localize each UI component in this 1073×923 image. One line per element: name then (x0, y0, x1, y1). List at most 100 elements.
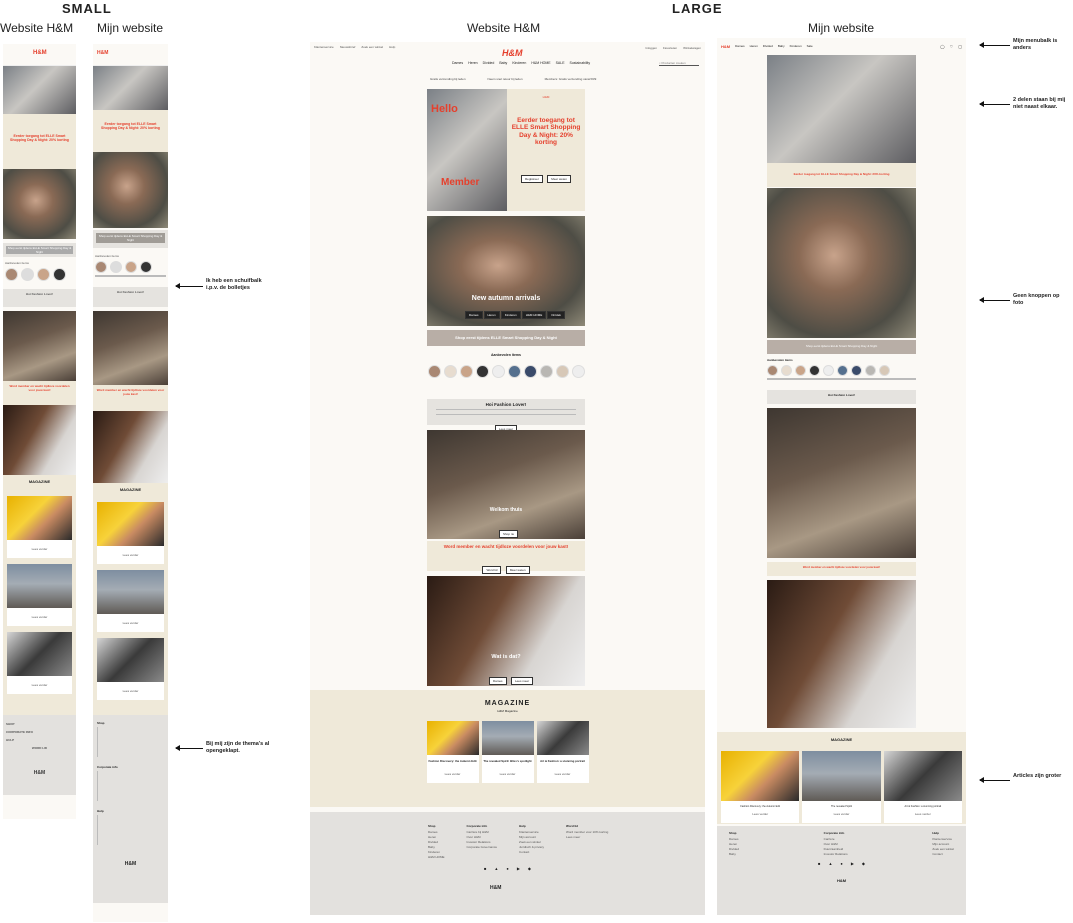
footer-link[interactable]: Contact (932, 852, 954, 857)
category-circle[interactable] (809, 365, 820, 376)
category-circle[interactable] (879, 365, 890, 376)
nav-item[interactable]: Dames (452, 61, 463, 65)
category-circle[interactable] (539, 365, 553, 378)
nav-item[interactable]: Dames (735, 44, 745, 48)
category-scrollbar[interactable] (767, 378, 916, 380)
article-link[interactable]: Lees verder (427, 772, 479, 776)
category-circle[interactable] (459, 365, 473, 378)
hm-logo[interactable]: H&M (33, 50, 47, 56)
category-circle[interactable] (53, 268, 66, 281)
footer-link[interactable]: H&M HOME (428, 855, 445, 860)
nav-item[interactable]: Kinderen (790, 44, 802, 48)
article-link[interactable]: Lees verder (482, 772, 534, 776)
promo-strip-item[interactable]: Gratis verzending bij leden (430, 77, 466, 81)
footer-accordion[interactable]: HULP (6, 736, 73, 744)
cart-link[interactable]: Winkelwagen (683, 46, 701, 50)
category-circle[interactable] (125, 261, 137, 273)
nav-item[interactable]: Divided (483, 61, 495, 65)
top-link[interactable]: Klantenservice (314, 45, 334, 49)
article-card[interactable]: Fashion Discovery: the Autumn Edit Lees … (426, 721, 479, 783)
category-scrollbar[interactable] (95, 275, 166, 277)
twitter-icon[interactable]: ▲ (828, 861, 832, 866)
category-circle[interactable] (5, 268, 18, 281)
footer-link[interactable]: Lees meer (566, 835, 608, 840)
youtube-icon[interactable]: ▶ (517, 866, 520, 871)
category-circle[interactable] (443, 365, 457, 378)
article-card[interactable]: Lees verder (97, 638, 164, 700)
category-circle[interactable] (475, 365, 489, 378)
footer-link[interactable]: Investor Relations (824, 852, 848, 857)
nav-item[interactable]: Baby (778, 44, 785, 48)
article-link[interactable]: Lees verder (97, 621, 164, 625)
category-circle[interactable] (95, 261, 107, 273)
category-circle[interactable] (837, 365, 848, 376)
top-link[interactable]: Nieuwsbrief (340, 45, 356, 49)
pinterest-icon[interactable]: ◆ (862, 861, 865, 866)
account-icon[interactable]: ◯ (940, 44, 944, 49)
mine-logo[interactable]: H&M (97, 50, 108, 56)
nav-item[interactable]: SALE (556, 61, 565, 65)
instagram-icon[interactable]: ● (506, 866, 508, 871)
pinterest-icon[interactable]: ◆ (528, 866, 531, 871)
category-circle[interactable] (37, 268, 50, 281)
search-input[interactable]: ⌕ Producten zoeken (659, 61, 699, 66)
article-link[interactable]: Lees verder (7, 615, 72, 619)
promo-strip-item[interactable]: Members: Gratis verzending vanaf €39 (545, 77, 597, 81)
shop-banner[interactable]: Shop eerst tijdens ELLE Smart Shopping D… (767, 340, 916, 354)
footer-link[interactable]: Baby (729, 852, 739, 857)
nav-item[interactable]: Heren (750, 44, 758, 48)
nav-item[interactable]: Kinderen (512, 61, 526, 65)
category-circle[interactable] (523, 365, 537, 378)
home-shop-button[interactable]: Shop nu (499, 530, 519, 538)
footer-accordion[interactable]: WORD LID (6, 744, 73, 752)
arrivals-button[interactable]: Dames (465, 311, 483, 319)
mine-logo[interactable]: H&M (721, 44, 730, 49)
footer-link[interactable]: Contact (519, 850, 544, 855)
arrivals-button[interactable]: H&M HOME (521, 311, 547, 319)
arrivals-button[interactable]: Heren (483, 311, 500, 319)
arrivals-button[interactable]: Ontdek (547, 311, 565, 319)
footer-link[interactable]: Corporate Governance (467, 845, 498, 850)
article-link[interactable]: Lees verder (537, 772, 589, 776)
category-circle[interactable] (781, 365, 792, 376)
facebook-icon[interactable]: ■ (484, 866, 486, 871)
article-card[interactable]: Fashion Discovery: the Autumn Edit Lees v… (721, 751, 800, 823)
footer-accordion[interactable]: SHOP (6, 720, 73, 728)
article-link[interactable]: Lees verder (884, 812, 962, 816)
facebook-icon[interactable]: ■ (818, 861, 820, 866)
article-link[interactable]: Lees verder (721, 812, 799, 816)
nav-item[interactable]: Divided (763, 44, 773, 48)
article-link[interactable]: Lees verder (97, 553, 164, 557)
category-circle[interactable] (823, 365, 834, 376)
category-circle[interactable] (491, 365, 505, 378)
article-card[interactable]: Lees verder (7, 632, 72, 694)
heart-icon[interactable]: ♡ (950, 44, 954, 49)
article-card[interactable]: Lees verder (7, 496, 72, 558)
top-link[interactable]: Zoek een winkel (361, 45, 383, 49)
article-card[interactable]: Lees verder (97, 502, 164, 564)
curly-button[interactable]: Lees meer (510, 677, 534, 685)
nav-item[interactable]: Sustainability (570, 61, 591, 65)
category-circle[interactable] (767, 365, 778, 376)
category-circle[interactable] (21, 268, 34, 281)
article-card[interactable]: Lees verder (7, 564, 72, 626)
top-link[interactable]: Hulp (389, 45, 395, 49)
category-circle[interactable] (795, 365, 806, 376)
category-circle[interactable] (140, 261, 152, 273)
member-join-button[interactable]: Word lid (482, 566, 502, 574)
favorites-link[interactable]: Favorieten (663, 46, 677, 50)
category-circle[interactable] (851, 365, 862, 376)
promo-strip-item[interactable]: Neem snel retour bij leden (488, 77, 523, 81)
article-link[interactable]: Lees verder (7, 683, 72, 687)
category-circle[interactable] (507, 365, 521, 378)
article-link[interactable]: Lees verder (97, 689, 164, 693)
article-card[interactable]: The revealed Spirit: Bliss's spotlight L… (481, 721, 534, 783)
nav-item[interactable]: Heren (468, 61, 478, 65)
article-card[interactable]: Lees verder (97, 570, 164, 632)
article-link[interactable]: Lees verder (802, 812, 880, 816)
article-card[interactable]: Art & Fashion: a stunning portrait Lees … (536, 721, 589, 783)
login-link[interactable]: Inloggen (645, 46, 657, 50)
footer-accordion[interactable]: CORPORATE INFO (6, 728, 73, 736)
arrivals-button[interactable]: Kinderen (500, 311, 521, 319)
nav-item[interactable]: H&M HOME (531, 61, 550, 65)
